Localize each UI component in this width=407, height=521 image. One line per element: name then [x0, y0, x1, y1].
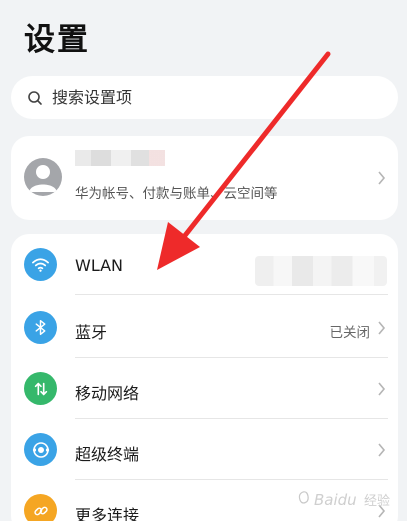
super-device-icon: [24, 433, 57, 466]
settings-item-label: 超级终端: [75, 445, 140, 464]
chevron-right-icon: [378, 171, 386, 185]
page-title: 设置: [24, 22, 90, 58]
account-card[interactable]: 华为帐号、付款与账单、云空间等: [11, 136, 398, 220]
chevron-right-icon: [378, 443, 386, 457]
settings-item-bluetooth[interactable]: 蓝牙 已关闭: [11, 297, 398, 358]
link-icon: [24, 494, 57, 521]
settings-item-label: 更多连接: [75, 506, 140, 521]
settings-item-label: 移动网络: [75, 384, 140, 403]
person-avatar-icon: [24, 158, 62, 196]
wlan-network-redacted: [255, 256, 387, 286]
divider: [75, 294, 388, 295]
search-icon: [28, 90, 42, 105]
bluetooth-icon: [24, 311, 57, 344]
chevron-right-icon: [378, 382, 386, 396]
settings-item-more-connections[interactable]: 更多连接: [11, 480, 398, 521]
settings-item-wlan[interactable]: WLAN: [11, 234, 398, 295]
account-name-redacted: [75, 150, 165, 166]
chevron-right-icon: [378, 504, 386, 518]
settings-page: 设置 华为帐号、付款与账单、云空间等: [0, 0, 407, 521]
settings-item-label: WLAN: [75, 256, 124, 275]
bluetooth-status: 已关闭: [329, 325, 371, 341]
chevron-right-icon: [378, 321, 386, 335]
settings-item-super-device[interactable]: 超级终端: [11, 419, 398, 480]
mobile-data-icon: [24, 372, 57, 405]
connectivity-settings-card: WLAN 蓝牙 已关闭 移动网络 超级终端 更多连接: [11, 234, 398, 521]
settings-item-label: 蓝牙: [75, 323, 108, 342]
search-input[interactable]: [52, 88, 352, 107]
wifi-icon: [24, 248, 57, 281]
settings-item-mobile-network[interactable]: 移动网络: [11, 358, 398, 419]
search-bar[interactable]: [11, 76, 398, 119]
account-description: 华为帐号、付款与账单、云空间等: [75, 186, 278, 202]
